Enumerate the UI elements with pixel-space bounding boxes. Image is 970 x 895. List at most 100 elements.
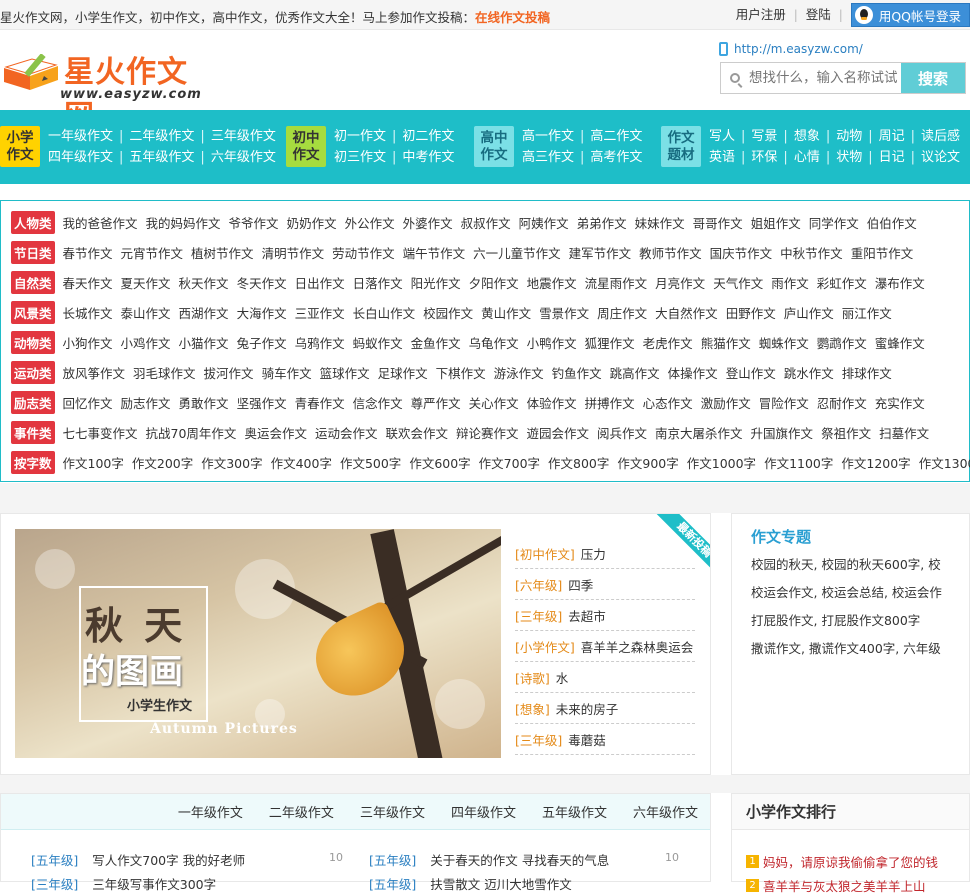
category-link[interactable]: 阳光作文: [411, 273, 461, 292]
nav-link[interactable]: 心情: [794, 150, 820, 165]
category-label[interactable]: 节日类: [11, 240, 55, 264]
nav-link[interactable]: 五年级作文: [129, 150, 194, 165]
category-label[interactable]: 动物类: [11, 330, 55, 354]
category-label[interactable]: 励志类: [11, 390, 55, 414]
category-link[interactable]: 兔子作文: [237, 333, 287, 352]
category-link[interactable]: 拔河作文: [204, 363, 254, 382]
category-link[interactable]: 足球作文: [378, 363, 428, 382]
category-link[interactable]: 流星雨作文: [585, 273, 648, 292]
category-link[interactable]: 作文200字: [132, 453, 193, 472]
topic-link[interactable]: 打屁股作文, 打屁股作文800字: [751, 610, 951, 629]
category-link[interactable]: 大自然作文: [655, 303, 718, 322]
category-link[interactable]: 充实作文: [875, 393, 925, 412]
category-link[interactable]: 跳高作文: [610, 363, 660, 382]
category-link[interactable]: 作文100字: [63, 453, 124, 472]
category-link[interactable]: 乌龟作文: [469, 333, 519, 352]
qq-login-button[interactable]: 用QQ帐号登录: [850, 3, 970, 27]
category-link[interactable]: 作文900字: [617, 453, 678, 472]
category-link[interactable]: 夕阳作文: [469, 273, 519, 292]
category-link[interactable]: 中秋节作文: [780, 243, 843, 262]
nav-link[interactable]: 读后感: [921, 129, 960, 144]
category-link[interactable]: 作文1300字: [919, 453, 970, 472]
nav-link[interactable]: 初二作文: [402, 129, 454, 144]
category-link[interactable]: 尊严作文: [411, 393, 461, 412]
category-link[interactable]: 作文400字: [271, 453, 332, 472]
nav-link[interactable]: 周记: [879, 129, 905, 144]
banner-image[interactable]: 秋 天 的图画 小学生作文 Autumn Pictures: [15, 529, 501, 758]
list-item[interactable]: [三年级] 去超市: [515, 600, 695, 631]
category-link[interactable]: 植树节作文: [191, 243, 254, 262]
category-link[interactable]: 回忆作文: [63, 393, 113, 412]
category-link[interactable]: 辩论赛作文: [456, 423, 519, 442]
category-link[interactable]: 心态作文: [643, 393, 693, 412]
category-link[interactable]: 雪景作文: [539, 303, 589, 322]
list-item[interactable]: [五年级] 写人作文700字 我的好老师 10: [31, 850, 343, 869]
category-link[interactable]: 伯伯作文: [867, 213, 917, 232]
category-link[interactable]: 扫墓作文: [879, 423, 929, 442]
category-link[interactable]: 小狗作文: [63, 333, 113, 352]
nav-link[interactable]: 写人: [709, 129, 735, 144]
tab-grade-6[interactable]: 六年级作文: [633, 802, 698, 821]
category-link[interactable]: 夏天作文: [121, 273, 171, 292]
category-link[interactable]: 建军节作文: [569, 243, 632, 262]
nav-tag-primary[interactable]: 小学 作文: [0, 126, 40, 167]
category-label[interactable]: 按字数: [11, 450, 55, 474]
nav-link[interactable]: 高三作文: [522, 150, 574, 165]
category-link[interactable]: 我的妈妈作文: [146, 213, 221, 232]
register-link[interactable]: 用户注册: [728, 4, 794, 26]
nav-link[interactable]: 动物: [836, 129, 862, 144]
nav-link[interactable]: 议论文: [921, 150, 960, 165]
category-link[interactable]: 奶奶作文: [287, 213, 337, 232]
category-link[interactable]: 弟弟作文: [577, 213, 627, 232]
nav-link[interactable]: 英语: [709, 150, 735, 165]
category-link[interactable]: 作文700字: [479, 453, 540, 472]
category-link[interactable]: 秋天作文: [179, 273, 229, 292]
nav-link[interactable]: 状物: [836, 150, 862, 165]
category-link[interactable]: 春节作文: [63, 243, 113, 262]
category-link[interactable]: 乌鸦作文: [295, 333, 345, 352]
category-link[interactable]: 重阳节作文: [851, 243, 914, 262]
nav-link[interactable]: 想象: [794, 129, 820, 144]
category-link[interactable]: 排球作文: [842, 363, 892, 382]
category-link[interactable]: 南京大屠杀作文: [655, 423, 743, 442]
category-link[interactable]: 蜜蜂作文: [875, 333, 925, 352]
category-link[interactable]: 清明节作文: [262, 243, 325, 262]
category-link[interactable]: 蚂蚁作文: [353, 333, 403, 352]
category-link[interactable]: 作文600字: [409, 453, 470, 472]
category-link[interactable]: 叔叔作文: [461, 213, 511, 232]
category-link[interactable]: 羽毛球作文: [133, 363, 196, 382]
category-link[interactable]: 作文300字: [201, 453, 262, 472]
category-link[interactable]: 熊猫作文: [701, 333, 751, 352]
nav-tag-junior[interactable]: 初中 作文: [286, 126, 326, 167]
nav-link[interactable]: 高一作文: [522, 129, 574, 144]
category-link[interactable]: 七七事变作文: [63, 423, 138, 442]
nav-link[interactable]: 四年级作文: [48, 150, 113, 165]
category-link[interactable]: 三亚作文: [295, 303, 345, 322]
category-link[interactable]: 小猫作文: [179, 333, 229, 352]
category-link[interactable]: 勇敢作文: [179, 393, 229, 412]
category-link[interactable]: 联欢会作文: [385, 423, 448, 442]
category-link[interactable]: 遊园会作文: [527, 423, 590, 442]
category-link[interactable]: 游泳作文: [494, 363, 544, 382]
category-link[interactable]: 天气作文: [713, 273, 763, 292]
category-link[interactable]: 地震作文: [527, 273, 577, 292]
category-link[interactable]: 青春作文: [295, 393, 345, 412]
category-link[interactable]: 长白山作文: [353, 303, 416, 322]
category-link[interactable]: 日落作文: [353, 273, 403, 292]
nav-tag-topics[interactable]: 作文 题材: [661, 126, 701, 167]
nav-link[interactable]: 二年级作文: [129, 129, 194, 144]
category-link[interactable]: 抗战70周年作文: [146, 423, 237, 442]
list-item[interactable]: [想象] 未来的房子: [515, 693, 695, 724]
category-link[interactable]: 姐姐作文: [751, 213, 801, 232]
category-label[interactable]: 运动类: [11, 360, 55, 384]
category-link[interactable]: 春天作文: [63, 273, 113, 292]
list-item[interactable]: [诗歌] 水: [515, 662, 695, 693]
list-item[interactable]: [三年级] 毒蘑菇: [515, 724, 695, 755]
category-link[interactable]: 作文1100字: [764, 453, 833, 472]
category-link[interactable]: 雨作文: [771, 273, 809, 292]
topic-link[interactable]: 校运会作文, 校运会总结, 校运会作: [751, 582, 951, 601]
category-label[interactable]: 人物类: [11, 210, 55, 234]
category-link[interactable]: 周庄作文: [597, 303, 647, 322]
category-link[interactable]: 劳动节作文: [332, 243, 395, 262]
nav-tag-senior[interactable]: 高中 作文: [474, 126, 514, 167]
